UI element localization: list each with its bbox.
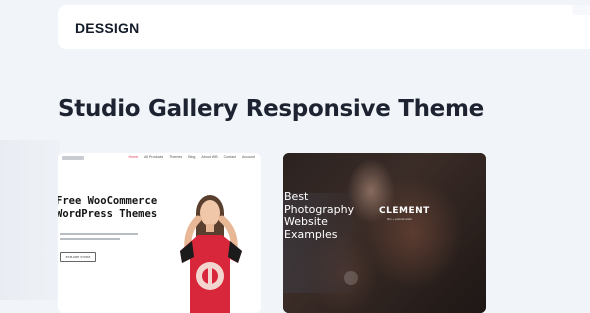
photography-title: Best Photography Website Examples [284, 190, 354, 241]
mock-text-line [60, 238, 120, 240]
theme-card-woocommerce[interactable]: Home All Products Themes Blog About WB C… [58, 153, 261, 313]
topbar-edge [572, 5, 590, 15]
photography-title-line: Examples [284, 227, 338, 241]
theme-card-photography[interactable]: Best Photography Website Examples CLEMENT f… [283, 153, 486, 313]
photography-title-line: Website [284, 215, 328, 228]
mock-nav-link: Account [242, 155, 255, 159]
mock-nav-link: Home [128, 155, 139, 159]
mock-nav-link: About WB [201, 155, 218, 159]
left-decor [0, 140, 60, 300]
mock-site-logo [62, 156, 84, 160]
top-navigation-bar: DESSIGN [58, 5, 590, 49]
mock-nav-links: Home All Products Themes Blog About WB C… [128, 155, 255, 159]
mock-site-logo-text: CLEMENT [379, 206, 430, 216]
mock-nav-link: Themes [169, 155, 183, 159]
mock-text-line [60, 233, 138, 235]
mock-site-nav: Home All Products Themes Blog About WB C… [58, 153, 261, 165]
mock-explore-button: EXPLORE STORE [60, 252, 96, 262]
play-icon[interactable] [344, 271, 358, 285]
brand-logo[interactable]: DESSIGN [75, 20, 139, 36]
person-photo [180, 195, 242, 313]
mock-nav-link: All Products [144, 155, 164, 159]
photography-title-line: Best [284, 190, 309, 203]
mock-nav-link: Blog [188, 155, 196, 159]
mock-site-tagline: film + portrait artist [387, 217, 412, 221]
page-title: Studio Gallery Responsive Theme [58, 96, 484, 122]
mock-nav-link: Contact [223, 155, 236, 159]
